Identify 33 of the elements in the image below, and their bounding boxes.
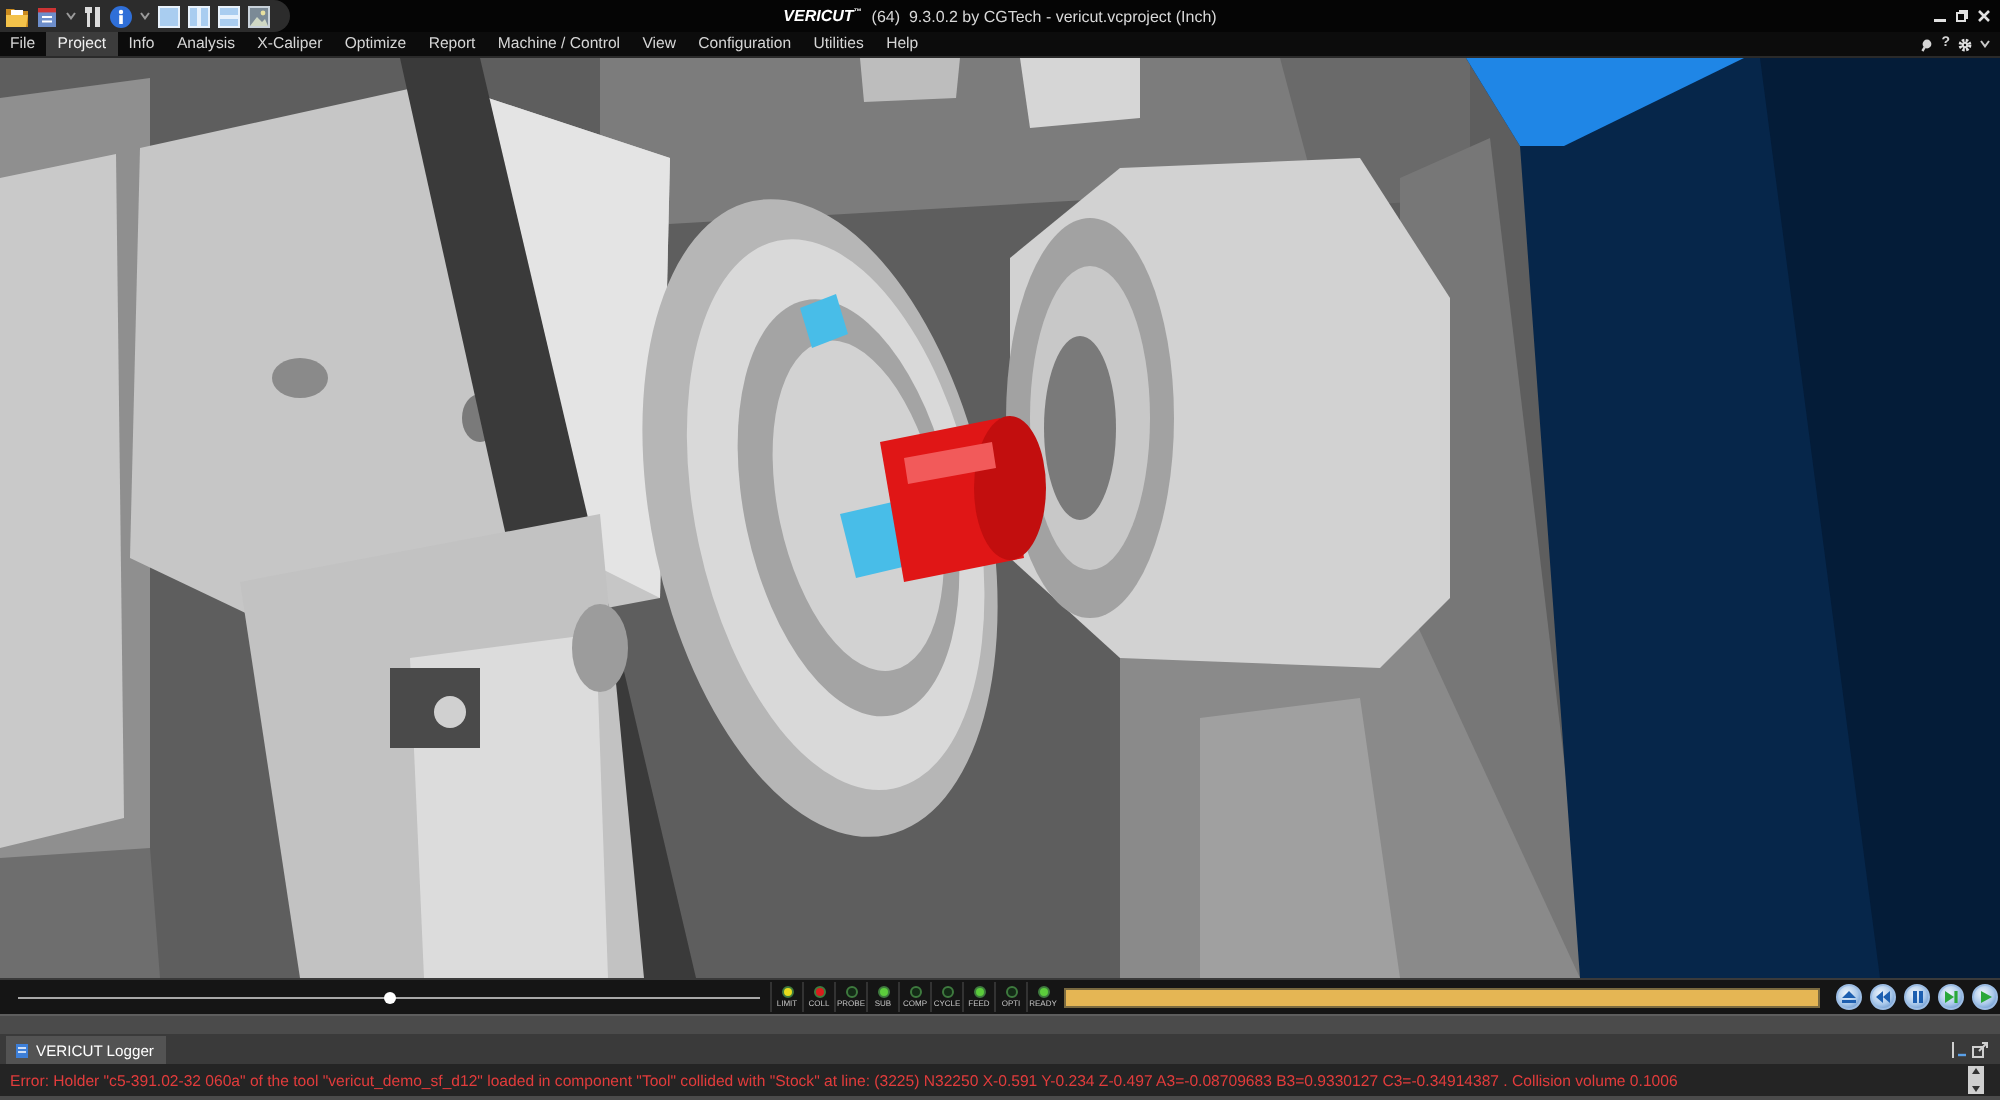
- rewind-button[interactable]: [1870, 984, 1896, 1010]
- caret-icon[interactable]: [1980, 40, 1990, 48]
- pause-icon: [1911, 990, 1923, 1004]
- folder-icon[interactable]: [6, 5, 28, 27]
- float-panel-icon[interactable]: [1972, 1041, 1988, 1057]
- restore-icon[interactable]: [1956, 10, 1968, 22]
- close-icon[interactable]: [1978, 10, 1990, 22]
- slider-thumb[interactable]: [383, 991, 395, 1003]
- logger-icon: [16, 1043, 28, 1057]
- scroll-down-icon[interactable]: [1972, 1086, 1980, 1092]
- single-pane-icon[interactable]: [158, 5, 180, 27]
- eject-button[interactable]: [1836, 984, 1862, 1010]
- scroll-up-icon[interactable]: [1972, 1068, 1980, 1074]
- step-button[interactable]: [1938, 984, 1964, 1010]
- window-title: (64) 9.3.0.2 by CGTech - vericut.vcproject (Inch): [871, 7, 1217, 25]
- document-icon[interactable]: [36, 5, 58, 27]
- picture-icon[interactable]: [248, 5, 270, 27]
- eject-icon: [1842, 990, 1856, 1004]
- play-button[interactable]: [1972, 984, 1998, 1010]
- rewind-icon: [1876, 990, 1890, 1004]
- scrollbar[interactable]: [1968, 1066, 1984, 1094]
- two-row-icon[interactable]: [218, 5, 240, 27]
- pause-button[interactable]: [1904, 984, 1930, 1010]
- tools-icon[interactable]: [84, 5, 102, 27]
- info-icon[interactable]: [110, 5, 132, 27]
- step-forward-icon: [1944, 990, 1958, 1004]
- search-icon[interactable]: [1919, 37, 1934, 51]
- minimize-panel-icon[interactable]: [1952, 1041, 1966, 1057]
- caret-icon[interactable]: [66, 12, 76, 20]
- play-icon: [1979, 990, 1991, 1004]
- two-column-icon[interactable]: [188, 5, 210, 27]
- settings-icon[interactable]: [1958, 37, 1972, 51]
- caret-icon[interactable]: [140, 12, 150, 20]
